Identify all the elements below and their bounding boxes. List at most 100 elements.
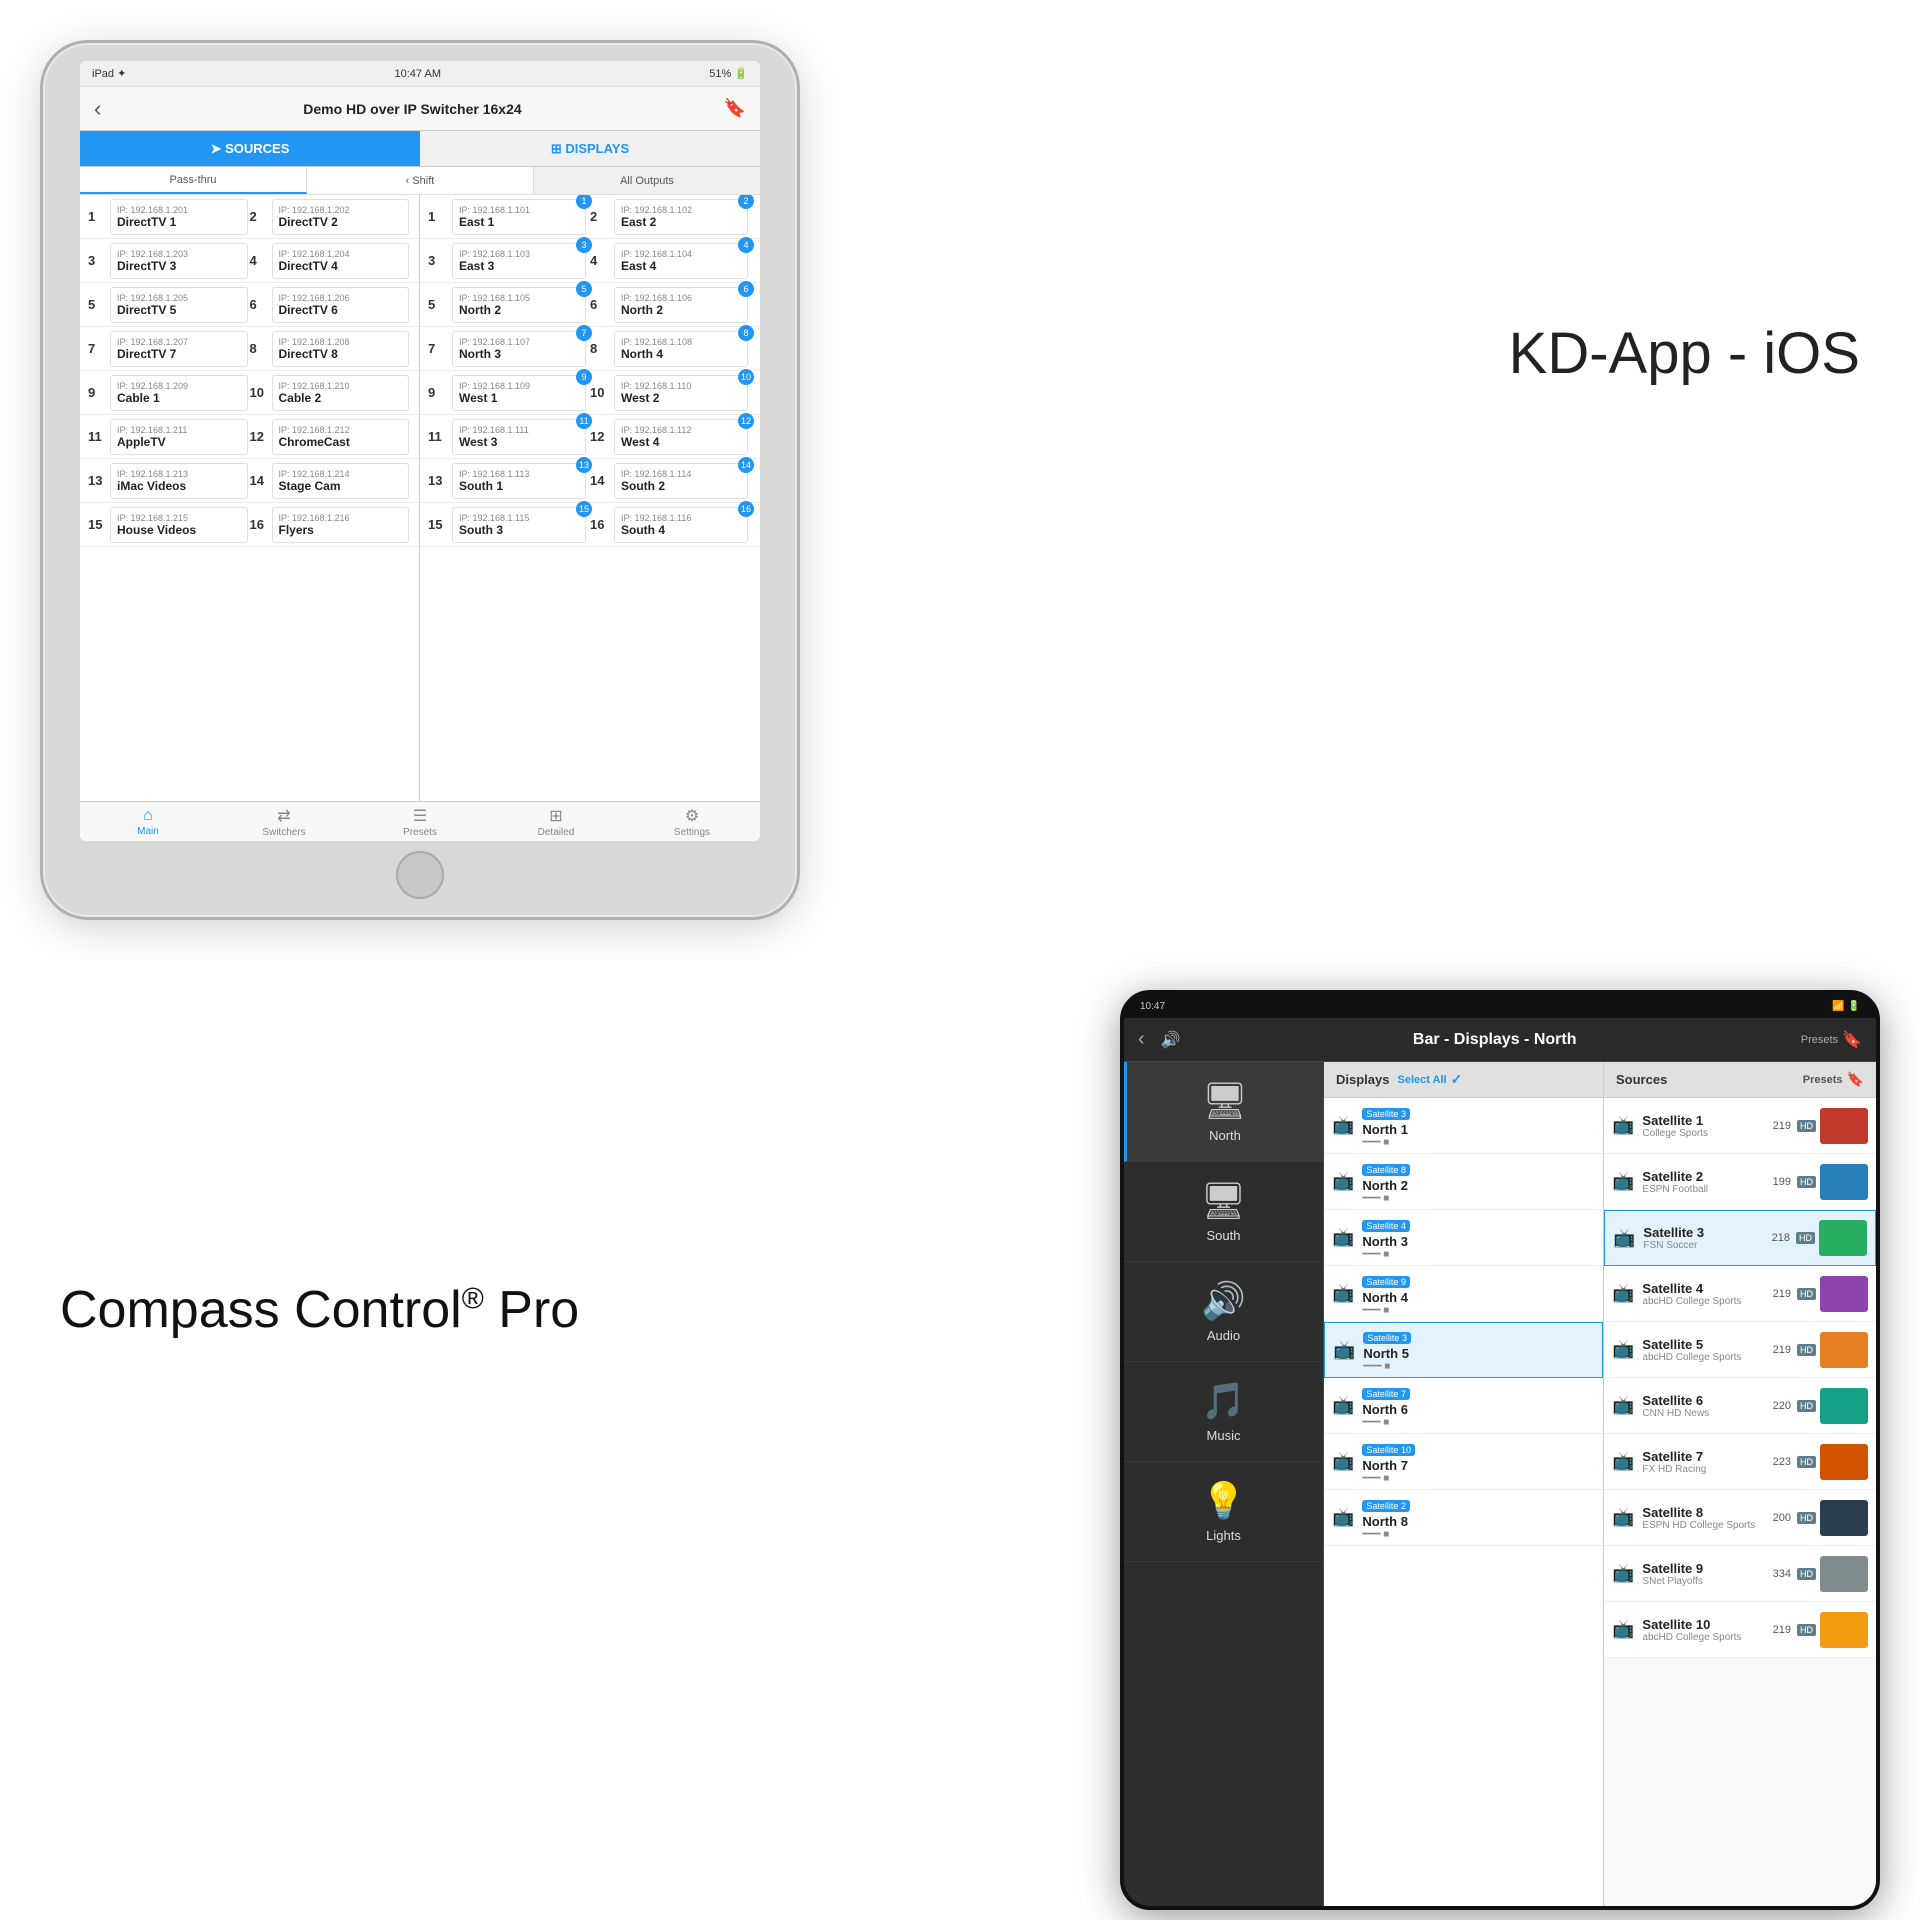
menu-item-lights[interactable]: 💡Lights [1124, 1462, 1323, 1562]
display-cell[interactable]: IP: 192.168.1.106North 2 [614, 287, 748, 323]
source-row[interactable]: 7IP: 192.168.1.207DirectTV 78IP: 192.168… [80, 327, 419, 371]
source-cell[interactable]: IP: 192.168.1.207DirectTV 7 [110, 331, 248, 367]
android-source-row[interactable]: 📺Satellite 10abcHD College Sports219HD [1604, 1602, 1876, 1658]
display-cell[interactable]: IP: 192.168.1.101East 1 [452, 199, 586, 235]
display-ip: IP: 192.168.1.112 [621, 425, 741, 435]
bookmark-presets-icon[interactable]: 🔖 [1842, 1030, 1862, 1050]
android-source-row[interactable]: 📺Satellite 2ESPN Football199HD [1604, 1154, 1876, 1210]
display-cell[interactable]: IP: 192.168.1.116South 4 [614, 507, 748, 543]
display-row[interactable]: 5IP: 192.168.1.105North 256IP: 192.168.1… [420, 283, 760, 327]
display-row[interactable]: 7IP: 192.168.1.107North 378IP: 192.168.1… [420, 327, 760, 371]
source-cell[interactable]: IP: 192.168.1.214Stage Cam [272, 463, 410, 499]
display-row[interactable]: 11IP: 192.168.1.111West 31112IP: 192.168… [420, 415, 760, 459]
source-row[interactable]: 5IP: 192.168.1.205DirectTV 56IP: 192.168… [80, 283, 419, 327]
display-cell[interactable]: IP: 192.168.1.109West 1 [452, 375, 586, 411]
select-all-button[interactable]: Select All [1397, 1074, 1446, 1086]
display-row[interactable]: 3IP: 192.168.1.103East 334IP: 192.168.1.… [420, 239, 760, 283]
display-row[interactable]: 9IP: 192.168.1.109West 1910IP: 192.168.1… [420, 371, 760, 415]
display-cell[interactable]: IP: 192.168.1.108North 4 [614, 331, 748, 367]
display-row[interactable]: 15IP: 192.168.1.115South 31516IP: 192.16… [420, 503, 760, 547]
source-row[interactable]: 9IP: 192.168.1.209Cable 110IP: 192.168.1… [80, 371, 419, 415]
display-badge: 11 [576, 413, 592, 429]
android-source-row[interactable]: 📺Satellite 3FSN Soccer218HD [1604, 1210, 1876, 1266]
source-cell[interactable]: IP: 192.168.1.211AppleTV [110, 419, 248, 455]
android-display-row[interactable]: 📺Satellite 3North 5━━━ ■ [1324, 1322, 1603, 1378]
source-cell[interactable]: IP: 192.168.1.212ChromeCast [272, 419, 410, 455]
android-display-row[interactable]: 📺Satellite 10North 7━━━ ■ [1324, 1434, 1603, 1490]
source-cell[interactable]: IP: 192.168.1.215House Videos [110, 507, 248, 543]
display-cell[interactable]: IP: 192.168.1.105North 2 [452, 287, 586, 323]
source-cell[interactable]: IP: 192.168.1.201DirectTV 1 [110, 199, 248, 235]
display-cell[interactable]: IP: 192.168.1.103East 3 [452, 243, 586, 279]
display-name: North 2 [459, 303, 579, 317]
subtab-passthru[interactable]: Pass-thru [80, 167, 307, 194]
android-display-row[interactable]: 📺Satellite 8North 2━━━ ■ [1324, 1154, 1603, 1210]
menu-item-audio[interactable]: 🔊Audio [1124, 1262, 1323, 1362]
menu-item-music[interactable]: 🎵Music [1124, 1362, 1323, 1462]
android-source-row[interactable]: 📺Satellite 6CNN HD News220HD [1604, 1378, 1876, 1434]
display-row[interactable]: 1IP: 192.168.1.101East 112IP: 192.168.1.… [420, 195, 760, 239]
display-cell[interactable]: IP: 192.168.1.113South 1 [452, 463, 586, 499]
display-cell[interactable]: IP: 192.168.1.102East 2 [614, 199, 748, 235]
android-display-row[interactable]: 📺Satellite 7North 6━━━ ■ [1324, 1378, 1603, 1434]
display-row[interactable]: 13IP: 192.168.1.113South 11314IP: 192.16… [420, 459, 760, 503]
subtab-shift-left[interactable]: ‹ Shift [307, 167, 534, 194]
source-cell[interactable]: IP: 192.168.1.202DirectTV 2 [272, 199, 410, 235]
tab-displays[interactable]: ⊞ DISPLAYS [420, 131, 760, 166]
android-source-row[interactable]: 📺Satellite 4abcHD College Sports219HD [1604, 1266, 1876, 1322]
source-cell[interactable]: IP: 192.168.1.209Cable 1 [110, 375, 248, 411]
tab-presets[interactable]: ☰ Presets [352, 802, 488, 841]
sources-presets-button[interactable]: Presets [1803, 1074, 1843, 1086]
source-cell[interactable]: IP: 192.168.1.203DirectTV 3 [110, 243, 248, 279]
hd-badge: HD [1797, 1400, 1816, 1412]
android-source-row[interactable]: 📺Satellite 1College Sports219HD [1604, 1098, 1876, 1154]
source-row[interactable]: 11IP: 192.168.1.211AppleTV12IP: 192.168.… [80, 415, 419, 459]
source-num: 10 [250, 385, 270, 400]
android-display-row[interactable]: 📺Satellite 3North 1━━━ ■ [1324, 1098, 1603, 1154]
source-cell[interactable]: IP: 192.168.1.210Cable 2 [272, 375, 410, 411]
source-row[interactable]: 15IP: 192.168.1.215House Videos16IP: 192… [80, 503, 419, 547]
display-cell[interactable]: IP: 192.168.1.114South 2 [614, 463, 748, 499]
android-source-row[interactable]: 📺Satellite 8ESPN HD College Sports200HD [1604, 1490, 1876, 1546]
display-cell[interactable]: IP: 192.168.1.111West 3 [452, 419, 586, 455]
source-row[interactable]: 3IP: 192.168.1.203DirectTV 34IP: 192.168… [80, 239, 419, 283]
tab-switchers[interactable]: ⇄ Switchers [216, 802, 352, 841]
menu-item-north[interactable]: 🖥North [1124, 1062, 1323, 1162]
android-source-row[interactable]: 📺Satellite 7FX HD Racing223HD [1604, 1434, 1876, 1490]
sources-header: Sources Presets 🔖 [1604, 1062, 1876, 1097]
android-source-row[interactable]: 📺Satellite 9SNet Playoffs334HD [1604, 1546, 1876, 1602]
android-display-row[interactable]: 📺Satellite 4North 3━━━ ■ [1324, 1210, 1603, 1266]
android-back-button[interactable]: ‹ [1138, 1028, 1145, 1051]
back-button[interactable]: ‹ [94, 96, 101, 122]
subtab-all-outputs[interactable]: All Outputs [534, 167, 760, 194]
bookmark-icon[interactable]: 🔖 [724, 98, 746, 119]
source-cell[interactable]: IP: 192.168.1.205DirectTV 5 [110, 287, 248, 323]
tab-settings[interactable]: ⚙ Settings [624, 802, 760, 841]
display-cell[interactable]: IP: 192.168.1.110West 2 [614, 375, 748, 411]
source-row[interactable]: 13IP: 192.168.1.213iMac Videos14IP: 192.… [80, 459, 419, 503]
display-cell[interactable]: IP: 192.168.1.104East 4 [614, 243, 748, 279]
volume-icon[interactable]: 🔊 [1161, 1030, 1181, 1050]
android-display-row[interactable]: 📺Satellite 2North 8━━━ ■ [1324, 1490, 1603, 1546]
display-cell[interactable]: IP: 192.168.1.107North 3 [452, 331, 586, 367]
display-cell[interactable]: IP: 192.168.1.112West 4 [614, 419, 748, 455]
source-ip: IP: 192.168.1.202 [279, 205, 403, 215]
menu-item-south[interactable]: 🖥South [1124, 1162, 1323, 1262]
signal-icon: ━━━ ■ [1362, 1193, 1595, 1204]
tab-sources[interactable]: ➤ SOURCES [80, 131, 420, 166]
source-cell[interactable]: IP: 192.168.1.208DirectTV 8 [272, 331, 410, 367]
check-icon[interactable]: ✓ [1451, 1071, 1463, 1088]
source-cell[interactable]: IP: 192.168.1.204DirectTV 4 [272, 243, 410, 279]
source-cell[interactable]: IP: 192.168.1.213iMac Videos [110, 463, 248, 499]
tab-detailed[interactable]: ⊞ Detailed [488, 802, 624, 841]
display-cell[interactable]: IP: 192.168.1.115South 3 [452, 507, 586, 543]
ipad-home-button[interactable] [396, 851, 444, 899]
source-row[interactable]: 1IP: 192.168.1.201DirectTV 12IP: 192.168… [80, 195, 419, 239]
source-cell[interactable]: IP: 192.168.1.206DirectTV 6 [272, 287, 410, 323]
presets-bookmark-icon[interactable]: 🔖 [1847, 1071, 1864, 1088]
android-display-row[interactable]: 📺Satellite 9North 4━━━ ■ [1324, 1266, 1603, 1322]
android-source-row[interactable]: 📺Satellite 5abcHD College Sports219HD [1604, 1322, 1876, 1378]
tab-main[interactable]: ⌂ Main [80, 802, 216, 841]
signal-icon: ━━━ ■ [1362, 1249, 1595, 1260]
source-cell[interactable]: IP: 192.168.1.216Flyers [272, 507, 410, 543]
